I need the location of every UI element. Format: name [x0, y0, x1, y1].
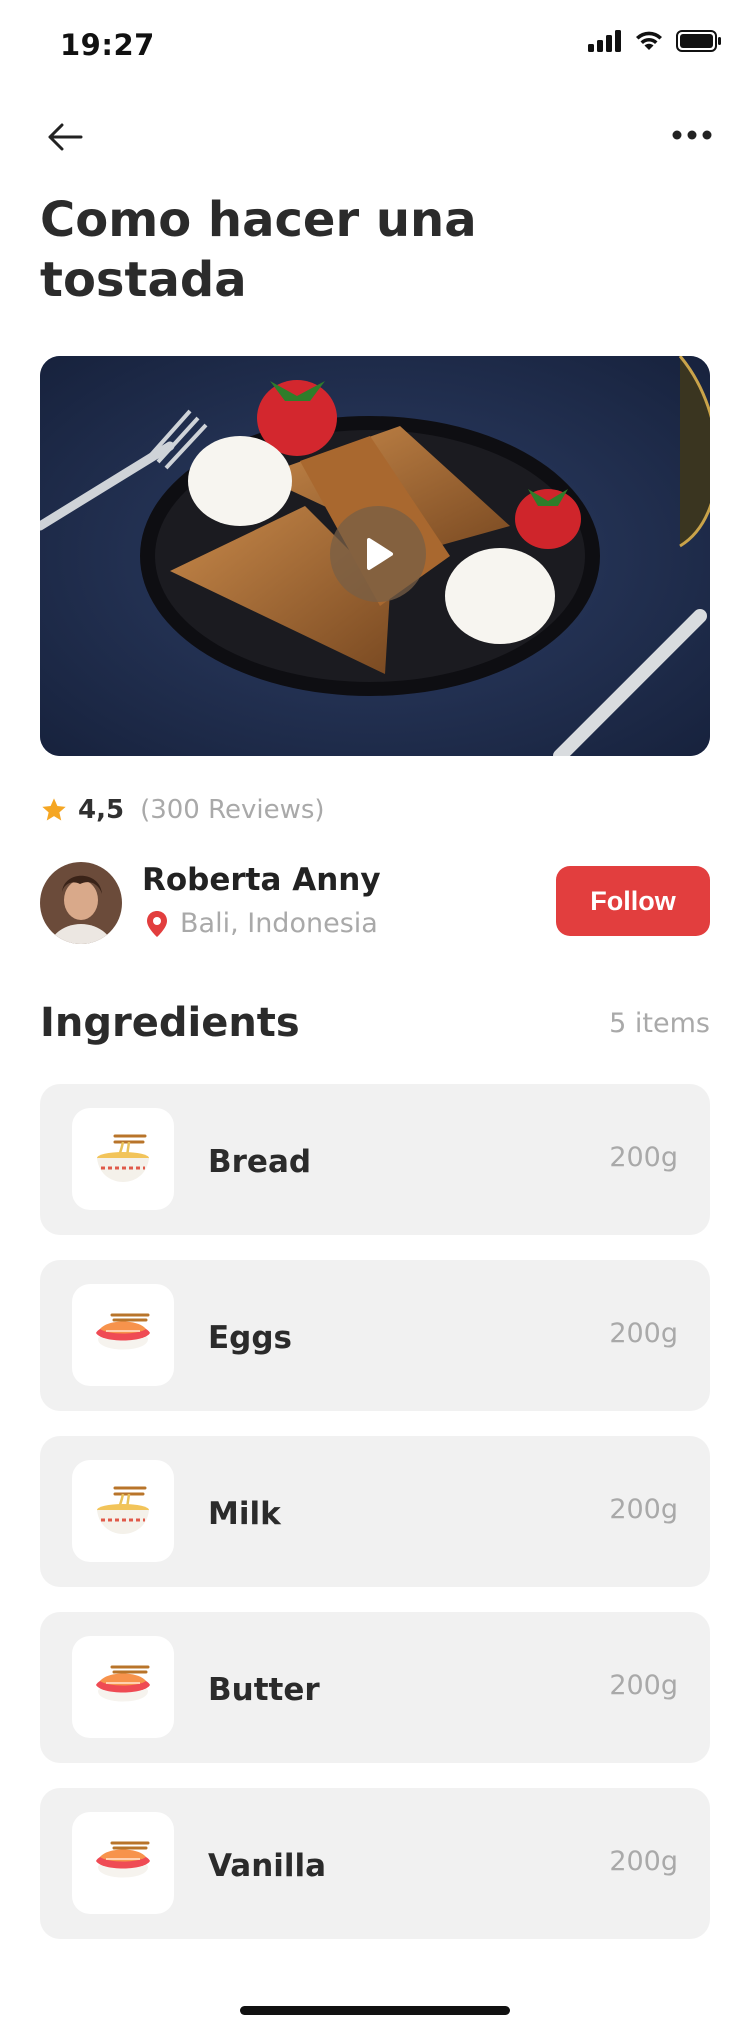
ingredient-item-bread[interactable]: Bread 200g — [40, 1084, 710, 1235]
ingredient-name: Bread — [208, 1144, 312, 1180]
ingredient-thumb — [72, 1284, 174, 1386]
avatar[interactable] — [40, 862, 122, 944]
author-location-text: Bali, Indonesia — [180, 908, 378, 939]
star-icon — [42, 798, 66, 821]
more-options-button[interactable] — [662, 115, 722, 155]
sushi-icon — [96, 1313, 150, 1350]
ingredient-thumb — [72, 1108, 174, 1210]
ingredients-title: Ingredients — [40, 1000, 300, 1046]
arrow-left-icon — [48, 123, 83, 151]
recipe-video[interactable] — [40, 356, 710, 756]
ingredient-quantity: 200g — [609, 1670, 678, 1701]
ingredient-name: Milk — [208, 1496, 281, 1532]
author-location: Bali, Indonesia — [146, 908, 378, 939]
sushi-icon — [96, 1841, 150, 1878]
follow-button[interactable]: Follow — [556, 866, 710, 936]
ingredient-name: Butter — [208, 1672, 320, 1708]
noodle-bowl-icon — [97, 1134, 149, 1182]
ingredient-item-eggs[interactable]: Eggs 200g — [40, 1260, 710, 1411]
ingredient-quantity: 200g — [609, 1494, 678, 1525]
ingredient-thumb — [72, 1460, 174, 1562]
avatar-image — [40, 862, 122, 944]
ingredient-quantity: 200g — [609, 1142, 678, 1173]
status-icons — [588, 30, 722, 52]
review-count[interactable]: (300 Reviews) — [140, 795, 325, 825]
signal-icon — [588, 30, 621, 52]
ingredient-item-butter[interactable]: Butter 200g — [40, 1612, 710, 1763]
battery-icon — [676, 30, 721, 52]
ingredient-name: Eggs — [208, 1320, 293, 1356]
rating-value: 4,5 — [78, 795, 125, 825]
noodle-bowl-icon — [97, 1486, 149, 1534]
play-icon — [367, 538, 393, 570]
status-time: 19:27 — [60, 28, 155, 62]
rating: 4,5 (300 Reviews) — [40, 792, 325, 828]
location-pin-icon — [147, 910, 167, 937]
ingredient-thumb — [72, 1636, 174, 1738]
ingredient-quantity: 200g — [609, 1846, 678, 1877]
back-button[interactable] — [40, 112, 90, 162]
home-indicator[interactable] — [240, 2006, 510, 2015]
play-button[interactable] — [330, 506, 426, 602]
ingredient-quantity: 200g — [609, 1318, 678, 1349]
wifi-icon — [636, 31, 662, 50]
ingredient-item-milk[interactable]: Milk 200g — [40, 1436, 710, 1587]
ingredient-thumb — [72, 1812, 174, 1914]
ingredient-name: Vanilla — [208, 1848, 327, 1884]
more-horizontal-icon — [672, 130, 712, 140]
ingredient-list: Bread 200g Eggs 200g Milk 200g Butter 20… — [40, 1084, 710, 1964]
sushi-icon — [96, 1665, 150, 1702]
ingredients-count: 5 items — [609, 1008, 710, 1039]
page-title: Como hacer una tostada — [40, 192, 477, 308]
author-name[interactable]: Roberta Anny — [142, 862, 381, 898]
ingredient-item-vanilla[interactable]: Vanilla 200g — [40, 1788, 710, 1939]
